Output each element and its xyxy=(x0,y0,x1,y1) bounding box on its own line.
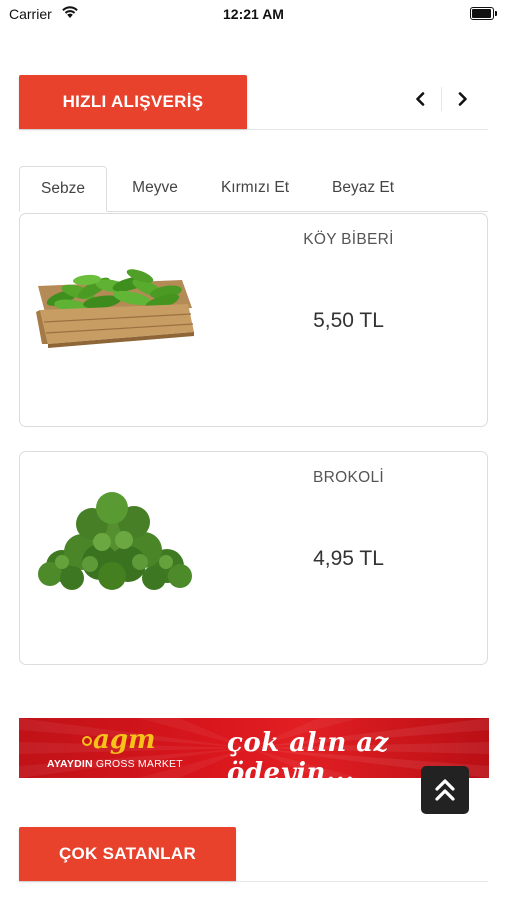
best-sellers-header: ÇOK SATANLAR xyxy=(19,827,488,882)
chevron-left-icon xyxy=(416,92,425,106)
agm-logo: agm xyxy=(82,725,156,755)
nav-divider xyxy=(441,87,442,111)
promo-banner[interactable]: agm AYAYDIN GROSS MARKET çok alın az öde… xyxy=(19,718,489,778)
product-name: KÖY BİBERİ xyxy=(303,231,394,248)
quick-shopping-title: HIZLI ALIŞVERİŞ xyxy=(19,75,247,129)
product-name: BROKOLİ xyxy=(312,469,384,486)
quick-shopping-header: HIZLI ALIŞVERİŞ xyxy=(19,75,488,130)
double-chevron-up-icon xyxy=(435,779,455,801)
scroll-to-top-button[interactable] xyxy=(421,766,469,814)
chevron-right-icon xyxy=(458,92,467,106)
product-price: 5,50 TL xyxy=(313,309,384,332)
category-tabs: Sebze Meyve Kırmızı Et Beyaz Et xyxy=(19,166,488,212)
status-bar: Carrier 12:21 AM xyxy=(0,0,507,30)
tab-beyaz-et[interactable]: Beyaz Et xyxy=(307,166,419,210)
tab-meyve[interactable]: Meyve xyxy=(107,166,203,210)
product-image-broccoli xyxy=(38,492,192,590)
clock: 12:21 AM xyxy=(223,6,284,22)
svg-text:agm: agm xyxy=(93,725,156,755)
carousel-nav xyxy=(405,87,478,111)
battery-icon xyxy=(470,7,497,20)
carousel-next-button[interactable] xyxy=(448,88,478,110)
tab-kirmizi-et[interactable]: Kırmızı Et xyxy=(203,166,307,210)
product-image-peppers xyxy=(36,269,194,348)
product-price: 4,95 TL xyxy=(313,547,384,570)
carousel-prev-button[interactable] xyxy=(405,88,435,110)
product-card[interactable]: KÖY BİBERİ 5,50 TL xyxy=(19,213,488,427)
product-card[interactable]: BROKOLİ 4,95 TL xyxy=(19,451,488,665)
best-sellers-title: ÇOK SATANLAR xyxy=(19,827,236,881)
brand-name: AYAYDIN GROSS MARKET xyxy=(47,758,183,770)
tab-sebze[interactable]: Sebze xyxy=(19,166,107,212)
